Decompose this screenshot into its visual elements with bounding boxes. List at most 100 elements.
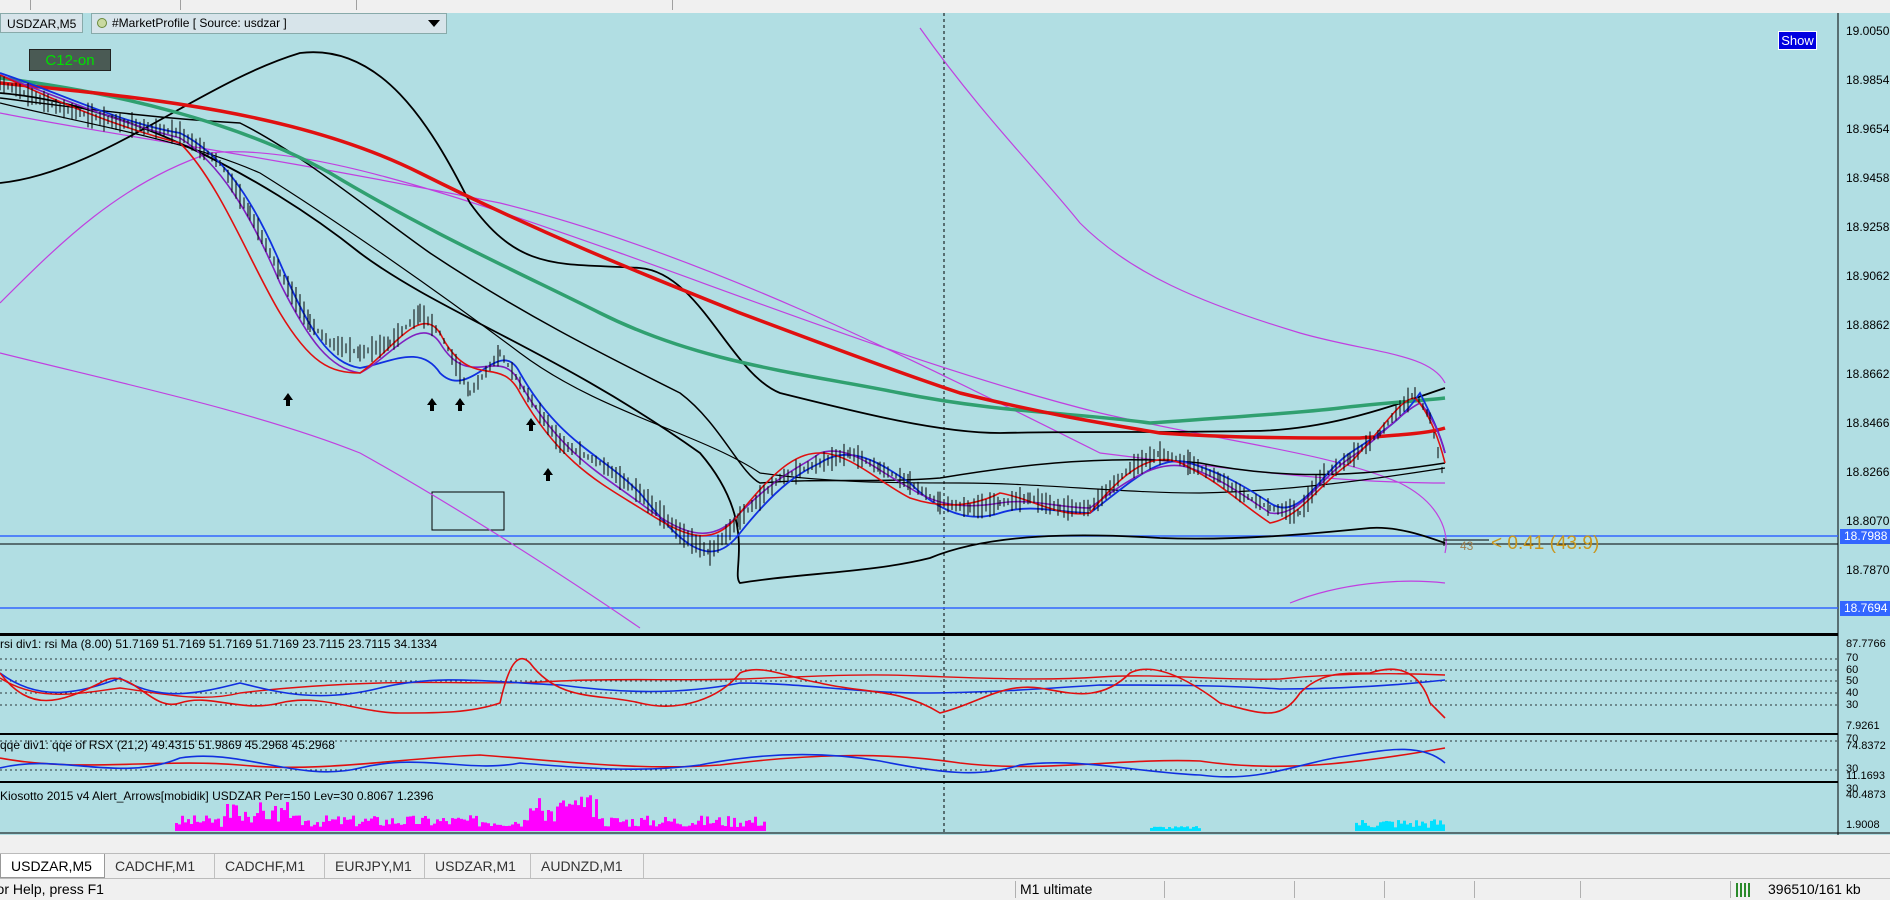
histogram-bar — [667, 821, 670, 831]
histogram-bar — [1189, 828, 1192, 831]
histogram-bar — [550, 811, 553, 831]
histogram-bar — [469, 815, 472, 831]
histogram-bar — [739, 822, 742, 831]
histogram-bar — [220, 826, 223, 831]
histogram-bar — [661, 822, 664, 831]
histogram-bar — [277, 821, 280, 831]
histogram-bar — [631, 819, 634, 831]
histogram-bar — [592, 817, 595, 831]
histogram-bar — [205, 815, 208, 831]
histogram-bar — [637, 826, 640, 831]
c12-toggle-button[interactable]: C12-on — [29, 49, 111, 71]
window-title[interactable]: USDZAR,M5 — [0, 13, 84, 33]
histogram-bar — [502, 825, 505, 831]
histogram-bar — [343, 817, 346, 831]
histogram-bar — [1442, 824, 1445, 831]
histogram-bar — [634, 825, 637, 831]
status-separator — [1294, 881, 1295, 898]
histogram-bar — [283, 810, 286, 831]
histogram-bar — [334, 819, 337, 831]
histogram-bar — [214, 819, 217, 831]
price-chart[interactable] — [0, 13, 1890, 835]
histogram-bar — [394, 823, 397, 831]
histogram-bar — [217, 818, 220, 831]
tab-cadchf-m1[interactable]: CADCHF,M1 — [105, 854, 215, 878]
histogram-bar — [760, 825, 763, 831]
histogram-bar — [382, 825, 385, 831]
status-separator — [1164, 881, 1165, 898]
histogram-bar — [715, 819, 718, 831]
histogram-bar — [346, 819, 349, 831]
histogram-bar — [457, 817, 460, 831]
histogram-bar — [445, 821, 448, 831]
histogram-bar — [619, 822, 622, 831]
tab-audnzd-m1[interactable]: AUDNZD,M1 — [531, 854, 644, 878]
price-tick-label: 18.9654 — [1846, 122, 1890, 136]
histogram-bar — [706, 816, 709, 831]
toolbar-separator — [356, 0, 357, 10]
red-ma — [0, 81, 1446, 440]
signal-arrows — [283, 393, 553, 481]
toolbar-separator — [30, 0, 31, 10]
histogram-bar — [580, 796, 583, 831]
histogram-bar — [721, 825, 724, 831]
histogram-bar — [307, 820, 310, 831]
histogram-bar — [532, 810, 535, 831]
histogram-bar — [271, 810, 274, 831]
toolbar — [0, 0, 1890, 14]
histogram-bar — [1355, 822, 1358, 831]
histogram-bar — [265, 819, 268, 831]
histogram-bar — [643, 819, 646, 831]
histogram-bar — [658, 824, 661, 831]
histogram-bar — [1388, 821, 1391, 831]
histogram-bar — [1165, 828, 1168, 831]
price-tick-label: 18.9854 — [1846, 73, 1890, 87]
tab-usdzar-m5[interactable]: USDZAR,M5 — [0, 854, 105, 878]
histogram-bar — [340, 824, 343, 831]
histogram-bar — [589, 795, 592, 831]
histogram-bar — [409, 816, 412, 831]
histogram-bar — [493, 823, 496, 831]
status-separator — [1474, 881, 1475, 898]
histogram-bar — [703, 825, 706, 831]
market-profile-label: #MarketProfile [ Source: usdzar ] — [112, 16, 287, 30]
histogram-bar — [187, 819, 190, 831]
kiosotto-indicator-label: Kiosotto 2015 v4 Alert_Arrows[mobidik] U… — [0, 789, 434, 803]
status-bar: For Help, press F1 M1 ultimate 396510/16… — [0, 878, 1890, 900]
tab-eurjpy-m1[interactable]: EURJPY,M1 — [325, 854, 425, 878]
tab-usdzar-m1[interactable]: USDZAR,M1 — [425, 854, 531, 878]
histogram-bar — [664, 816, 667, 831]
histogram-bar — [175, 823, 178, 831]
tab-cadchf-m1-2[interactable]: CADCHF,M1 — [215, 854, 325, 878]
histogram-bar — [349, 819, 352, 831]
histogram-bar — [718, 817, 721, 831]
market-profile-selector[interactable]: #MarketProfile [ Source: usdzar ] — [91, 13, 447, 34]
histogram-bar — [367, 820, 370, 831]
histogram-bar — [547, 809, 550, 831]
histogram-bar — [436, 819, 439, 831]
histogram-bar — [673, 818, 676, 831]
annotation-count: 43 — [1460, 539, 1474, 553]
qqe-tick-label: 74.8372 — [1846, 740, 1886, 752]
histogram-bar — [697, 820, 700, 831]
toolbar-separator — [672, 0, 673, 10]
status-separator — [1015, 881, 1016, 898]
histogram-bar — [1367, 825, 1370, 831]
rsi-tick-label: 70 — [1846, 652, 1859, 664]
dropdown-arrow-icon[interactable] — [428, 20, 440, 27]
histogram-bar — [1397, 820, 1400, 831]
show-button[interactable]: Show — [1778, 31, 1817, 50]
histogram-bar — [1433, 819, 1436, 831]
histogram-bar — [316, 822, 319, 831]
histogram-bar — [247, 816, 250, 831]
rsi-tick-label: 40 — [1846, 687, 1859, 699]
histogram-bar — [685, 826, 688, 831]
histogram-bar — [1430, 820, 1433, 831]
chart-window[interactable]: USDZAR,M5 #MarketProfile [ Source: usdza… — [0, 13, 1890, 835]
histogram-bar — [421, 817, 424, 831]
histogram-bar — [748, 820, 751, 831]
market-profile-icon — [97, 18, 107, 28]
histogram-bar — [319, 826, 322, 831]
histogram-bar — [328, 821, 331, 831]
histogram-bar — [712, 822, 715, 831]
